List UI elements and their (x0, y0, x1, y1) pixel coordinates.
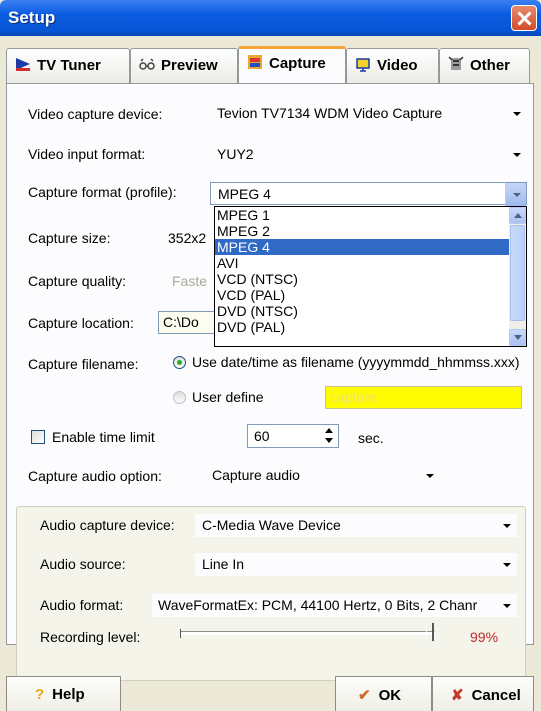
time-limit-value[interactable]: 60 (254, 428, 270, 444)
ok-button[interactable]: ✔ OK (335, 676, 432, 711)
chevron-down-icon[interactable] (505, 183, 526, 206)
radio-datetime-filename[interactable] (173, 356, 186, 369)
slider-tick (180, 629, 181, 638)
audio-device-value: C-Media Wave Device (202, 517, 341, 533)
chevron-down-icon[interactable] (506, 143, 527, 166)
dropdown-scrollbar[interactable] (509, 207, 526, 346)
tab-video[interactable]: Video (346, 48, 439, 83)
capture-size-label: Capture size: (28, 230, 111, 246)
user-define-field[interactable]: capture (325, 386, 522, 409)
audio-device-select[interactable]: C-Media Wave Device (195, 514, 517, 537)
scroll-down-icon[interactable] (509, 329, 526, 346)
chevron-down-icon[interactable] (496, 514, 517, 537)
scroll-up-icon[interactable] (509, 207, 526, 224)
capture-size-value[interactable]: 352x2 (168, 230, 206, 246)
audio-option-select[interactable]: Capture audio (205, 464, 440, 487)
scroll-thumb[interactable] (510, 225, 525, 321)
datetime-filename-option[interactable]: Use date/time as filename (yyyymmdd_hhmm… (192, 354, 520, 370)
chevron-down-icon[interactable] (419, 464, 440, 487)
audio-format-value: WaveFormatEx: PCM, 44100 Hertz, 0 Bits, … (158, 597, 478, 613)
glasses-icon (139, 58, 155, 70)
tab-tv-tuner-label: TV Tuner (37, 57, 101, 74)
time-limit-checkbox[interactable] (31, 430, 45, 444)
spin-up-icon[interactable] (321, 425, 338, 436)
time-limit-unit: sec. (358, 430, 384, 446)
list-item[interactable]: MPEG 1 (215, 207, 526, 223)
tab-other[interactable]: Other (439, 48, 530, 83)
title-bar: Setup (0, 0, 541, 36)
tab-other-label: Other (470, 57, 511, 74)
cancel-label: Cancel (471, 687, 521, 704)
question-icon: ? (35, 686, 45, 703)
close-button[interactable] (511, 5, 537, 31)
audio-device-label: Audio capture device: (40, 517, 175, 533)
recording-level-slider[interactable] (180, 631, 435, 635)
input-format-value: YUY2 (217, 146, 254, 162)
gear-other-icon (448, 56, 464, 70)
video-device-select[interactable]: Tevion TV7134 WDM Video Capture (210, 102, 527, 125)
capture-format-dropdown-list: MPEG 1 MPEG 2 MPEG 4 AVI VCD (NTSC) VCD … (214, 206, 527, 347)
chevron-down-icon[interactable] (506, 102, 527, 125)
capture-quality-value[interactable]: Faste (172, 273, 207, 289)
audio-source-select[interactable]: Line In (195, 553, 517, 576)
input-format-select[interactable]: YUY2 (210, 143, 527, 166)
user-define-option[interactable]: User define (192, 389, 264, 405)
audio-source-value: Line In (202, 556, 245, 572)
checkmark-icon: ✔ (358, 687, 371, 704)
x-cancel-icon: ✘ (451, 687, 464, 704)
capture-location-label: Capture location: (28, 315, 134, 331)
audio-option-label: Capture audio option: (28, 468, 162, 484)
list-item[interactable]: VCD (NTSC) (215, 271, 526, 287)
tab-capture-label: Capture (269, 55, 326, 72)
tab-preview[interactable]: Preview (130, 48, 238, 83)
capture-format-value: MPEG 4 (218, 186, 271, 202)
tab-video-label: Video (377, 57, 418, 74)
capture-format-select[interactable]: MPEG 4 (210, 182, 527, 206)
spin-down-icon[interactable] (321, 436, 338, 447)
window-title: Setup (8, 8, 56, 27)
capture-filename-label: Capture filename: (28, 356, 139, 372)
chevron-down-icon[interactable] (496, 553, 517, 576)
list-item[interactable]: DVD (NTSC) (215, 303, 526, 319)
capture-quality-label: Capture quality: (28, 273, 127, 289)
list-item[interactable]: VCD (PAL) (215, 287, 526, 303)
video-device-label: Video capture device: (28, 106, 163, 122)
video-monitor-icon (356, 58, 370, 72)
list-item[interactable]: AVI (215, 255, 526, 271)
recording-level-label: Recording level: (40, 629, 141, 645)
capture-location-field[interactable]: C:\Do (158, 311, 216, 334)
audio-option-value: Capture audio (212, 467, 300, 483)
tab-tv-tuner[interactable]: TV Tuner (6, 48, 130, 83)
list-item[interactable]: MPEG 2 (215, 223, 526, 239)
film-capture-icon (248, 55, 262, 69)
cancel-button[interactable]: ✘ Cancel (432, 676, 534, 711)
list-item-selected[interactable]: MPEG 4 (215, 239, 526, 255)
audio-format-select[interactable]: WaveFormatEx: PCM, 44100 Hertz, 0 Bits, … (152, 594, 517, 617)
audio-format-label: Audio format: (40, 597, 124, 613)
list-item[interactable]: DVD (PAL) (215, 319, 526, 335)
ok-label: OK (378, 687, 402, 704)
video-device-value: Tevion TV7134 WDM Video Capture (217, 105, 443, 121)
radio-user-define[interactable] (173, 391, 186, 404)
tv-tuner-icon (16, 58, 30, 71)
capture-format-label: Capture format (profile): (28, 184, 177, 200)
audio-source-label: Audio source: (40, 556, 126, 572)
time-limit-label[interactable]: Enable time limit (52, 429, 155, 445)
help-label: Help (52, 686, 85, 703)
tab-capture[interactable]: Capture (238, 46, 346, 83)
recording-level-thumb[interactable] (426, 623, 434, 641)
time-limit-stepper[interactable]: 60 (247, 424, 339, 448)
chevron-down-icon[interactable] (496, 594, 517, 617)
input-format-label: Video input format: (28, 146, 146, 162)
tab-preview-label: Preview (161, 57, 218, 74)
recording-level-value: 99% (470, 629, 499, 645)
help-button[interactable]: ? Help (6, 676, 121, 711)
